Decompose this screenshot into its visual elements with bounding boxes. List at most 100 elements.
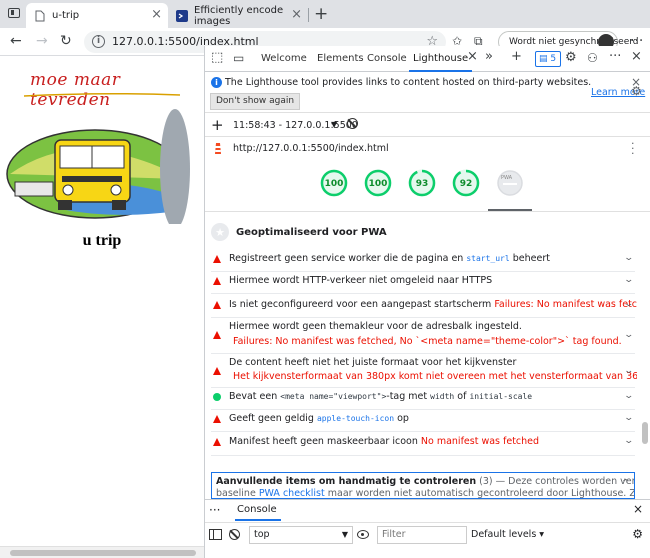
tab-u-trip[interactable]: u-trip ×: [26, 3, 168, 28]
devtools-tabbar: ⬚ ▭ Welcome Elements Console Lighthouse …: [205, 46, 650, 72]
manual-checks-group[interactable]: Aanvullende items om handmatig te contro…: [211, 472, 635, 499]
audit-meta-viewport[interactable]: Bevat een <meta name="viewport">-tag met…: [211, 388, 635, 410]
chevron-down-icon: ▼: [341, 530, 348, 539]
chevron-down-icon[interactable]: ⌄: [624, 299, 635, 309]
report-url: http://127.0.0.1:5500/index.html: [233, 143, 389, 154]
clear-console-icon[interactable]: [229, 529, 240, 540]
chevron-down-icon[interactable]: ⌄: [624, 366, 635, 376]
pwa-gauge-dash: [503, 183, 517, 185]
tab-console[interactable]: Console: [367, 53, 407, 64]
infobar-message: The Lighthouse tool provides links to co…: [225, 77, 592, 88]
audit-splash-screen[interactable]: Is niet geconfigureerd voor een aangepas…: [211, 294, 637, 318]
third-party-infobar: i The Lighthouse tool provides links to …: [205, 73, 650, 113]
chevron-down-icon[interactable]: ⌄: [624, 330, 635, 340]
fail-icon: [213, 367, 221, 375]
pwa-gauge-label[interactable]: PWA: [501, 175, 512, 181]
audit-viewport-size[interactable]: De content heeft niet het juiste formaat…: [211, 354, 637, 388]
score-gauges: 100 100 93 92 PWA: [205, 162, 650, 212]
chevron-down-icon[interactable]: ⌄: [624, 275, 635, 285]
tab-welcome[interactable]: Welcome: [261, 53, 307, 64]
connected-devices-icon[interactable]: ⚇: [587, 50, 598, 66]
chevron-up-icon[interactable]: ⌄: [621, 476, 632, 486]
scroll-thumb[interactable]: [10, 550, 196, 556]
report-selector[interactable]: 11:58:43 - 127.0.0.1:5500: [233, 120, 358, 131]
console-sidebar-icon[interactable]: [209, 529, 222, 540]
more-tabs-icon[interactable]: »: [485, 49, 493, 65]
context-selector[interactable]: top ▼: [249, 526, 353, 544]
pwa-section-title: ★ Geoptimaliseerd voor PWA: [211, 222, 387, 242]
pwa-checklist-link[interactable]: PWA checklist: [259, 488, 325, 498]
window-menu-icon[interactable]: [8, 8, 20, 18]
info-icon: i: [211, 77, 222, 88]
live-expression-eye-icon[interactable]: [357, 530, 369, 539]
new-tab-icon[interactable]: +: [314, 4, 328, 24]
scroll-thumb[interactable]: [642, 422, 648, 444]
report-url-bar: http://127.0.0.1:5500/index.html · · ·: [205, 138, 650, 160]
console-settings-icon[interactable]: ⚙: [632, 527, 643, 541]
lighthouse-logo-icon: [215, 143, 221, 154]
score-accessibility[interactable]: 100: [364, 179, 392, 189]
issues-badge[interactable]: ▤ 5: [535, 51, 561, 67]
log-levels-dropdown[interactable]: Default levels ▾: [471, 529, 544, 540]
tab-efficiently-encode-images[interactable]: Efficiently encode images ×: [168, 3, 308, 28]
console-filter-input[interactable]: Filter: [377, 526, 467, 544]
score-performance[interactable]: 100: [320, 179, 348, 189]
page-horizontal-scrollbar[interactable]: [0, 546, 204, 558]
infobar-settings-icon[interactable]: ⚙: [631, 84, 642, 98]
audit-apple-touch-icon[interactable]: Geeft geen geldig apple-touch-icon op ⌄: [211, 410, 635, 432]
score-best-practices[interactable]: 93: [408, 179, 436, 189]
dont-show-again-button[interactable]: Don't show again: [210, 93, 301, 110]
webpage-viewport: moe maar tevreden u trip: [0, 56, 204, 546]
tab-title: u-trip: [52, 10, 80, 21]
chevron-down-icon[interactable]: ⌄: [624, 413, 635, 423]
reload-icon[interactable]: ↻: [60, 33, 72, 49]
inspect-element-icon[interactable]: ⬚: [211, 50, 223, 66]
audit-theme-color[interactable]: Hiermee wordt geen themakleur voor de ad…: [211, 318, 635, 354]
console-drawer: ··· Console × top ▼ Filter Default levels…: [205, 499, 650, 558]
close-drawer-icon[interactable]: ×: [633, 502, 643, 516]
site-info-icon[interactable]: i: [92, 35, 105, 48]
chevron-down-icon[interactable]: ⌄: [624, 391, 635, 401]
tab-lighthouse[interactable]: Lighthouse: [408, 53, 473, 72]
audit-maskable-icon[interactable]: Manifest heeft geen maskeerbaar icoon No…: [211, 432, 635, 456]
report-menu-icon[interactable]: · · ·: [631, 138, 635, 159]
pwa-active-indicator: [488, 209, 532, 211]
page-icon: [34, 10, 46, 22]
clear-reports-icon[interactable]: [347, 118, 358, 129]
console-toolbar: top ▼ Filter Default levels ▾ ⚙: [205, 522, 650, 546]
fail-icon: [213, 301, 221, 309]
lighthouse-favicon-icon: [176, 9, 188, 22]
tab-elements[interactable]: Elements: [317, 53, 364, 64]
chevron-down-icon[interactable]: ⌄: [624, 253, 635, 263]
fail-icon: [213, 415, 221, 423]
devtools-more-icon[interactable]: ···: [609, 49, 621, 65]
chevron-down-icon[interactable]: ⌄: [624, 436, 635, 446]
audit-list: ★ Geoptimaliseerd voor PWA Registreert g…: [205, 214, 637, 489]
audit-service-worker[interactable]: Registreert geen service worker die de p…: [211, 250, 635, 272]
forward-icon[interactable]: →: [36, 33, 48, 49]
audit-https-redirect[interactable]: Hiermee wordt HTTP-verkeer niet omgeleid…: [211, 272, 635, 294]
bus-illustration: [6, 109, 190, 224]
settings-gear-icon[interactable]: ⚙: [565, 50, 577, 66]
add-tab-icon[interactable]: +: [511, 49, 522, 65]
drawer-menu-icon[interactable]: ···: [209, 503, 220, 517]
fail-icon: [213, 277, 221, 285]
new-report-icon[interactable]: +: [211, 116, 224, 134]
report-toolbar: + 11:58:43 - 127.0.0.1:5500 ▼: [205, 115, 650, 137]
report-dropdown-icon[interactable]: ▼: [331, 120, 337, 129]
close-lighthouse-tab-icon[interactable]: ×: [467, 49, 478, 65]
drawer-tab-console[interactable]: Console: [235, 504, 281, 521]
audit-vertical-scrollbar[interactable]: [639, 214, 650, 489]
pass-icon: [213, 393, 221, 401]
fail-icon: [213, 255, 221, 263]
device-emulation-icon[interactable]: ▭: [233, 50, 244, 66]
tab-separator: [308, 8, 309, 22]
close-tab-icon[interactable]: ×: [291, 8, 302, 22]
pwa-badge-icon: ★: [211, 223, 229, 241]
back-icon[interactable]: ←: [10, 33, 22, 49]
fail-icon: [213, 331, 221, 339]
tab-strip: u-trip × Efficiently encode images × +: [0, 0, 650, 28]
close-tab-icon[interactable]: ×: [151, 8, 162, 22]
close-devtools-icon[interactable]: ×: [631, 49, 642, 65]
score-seo[interactable]: 92: [452, 179, 480, 189]
